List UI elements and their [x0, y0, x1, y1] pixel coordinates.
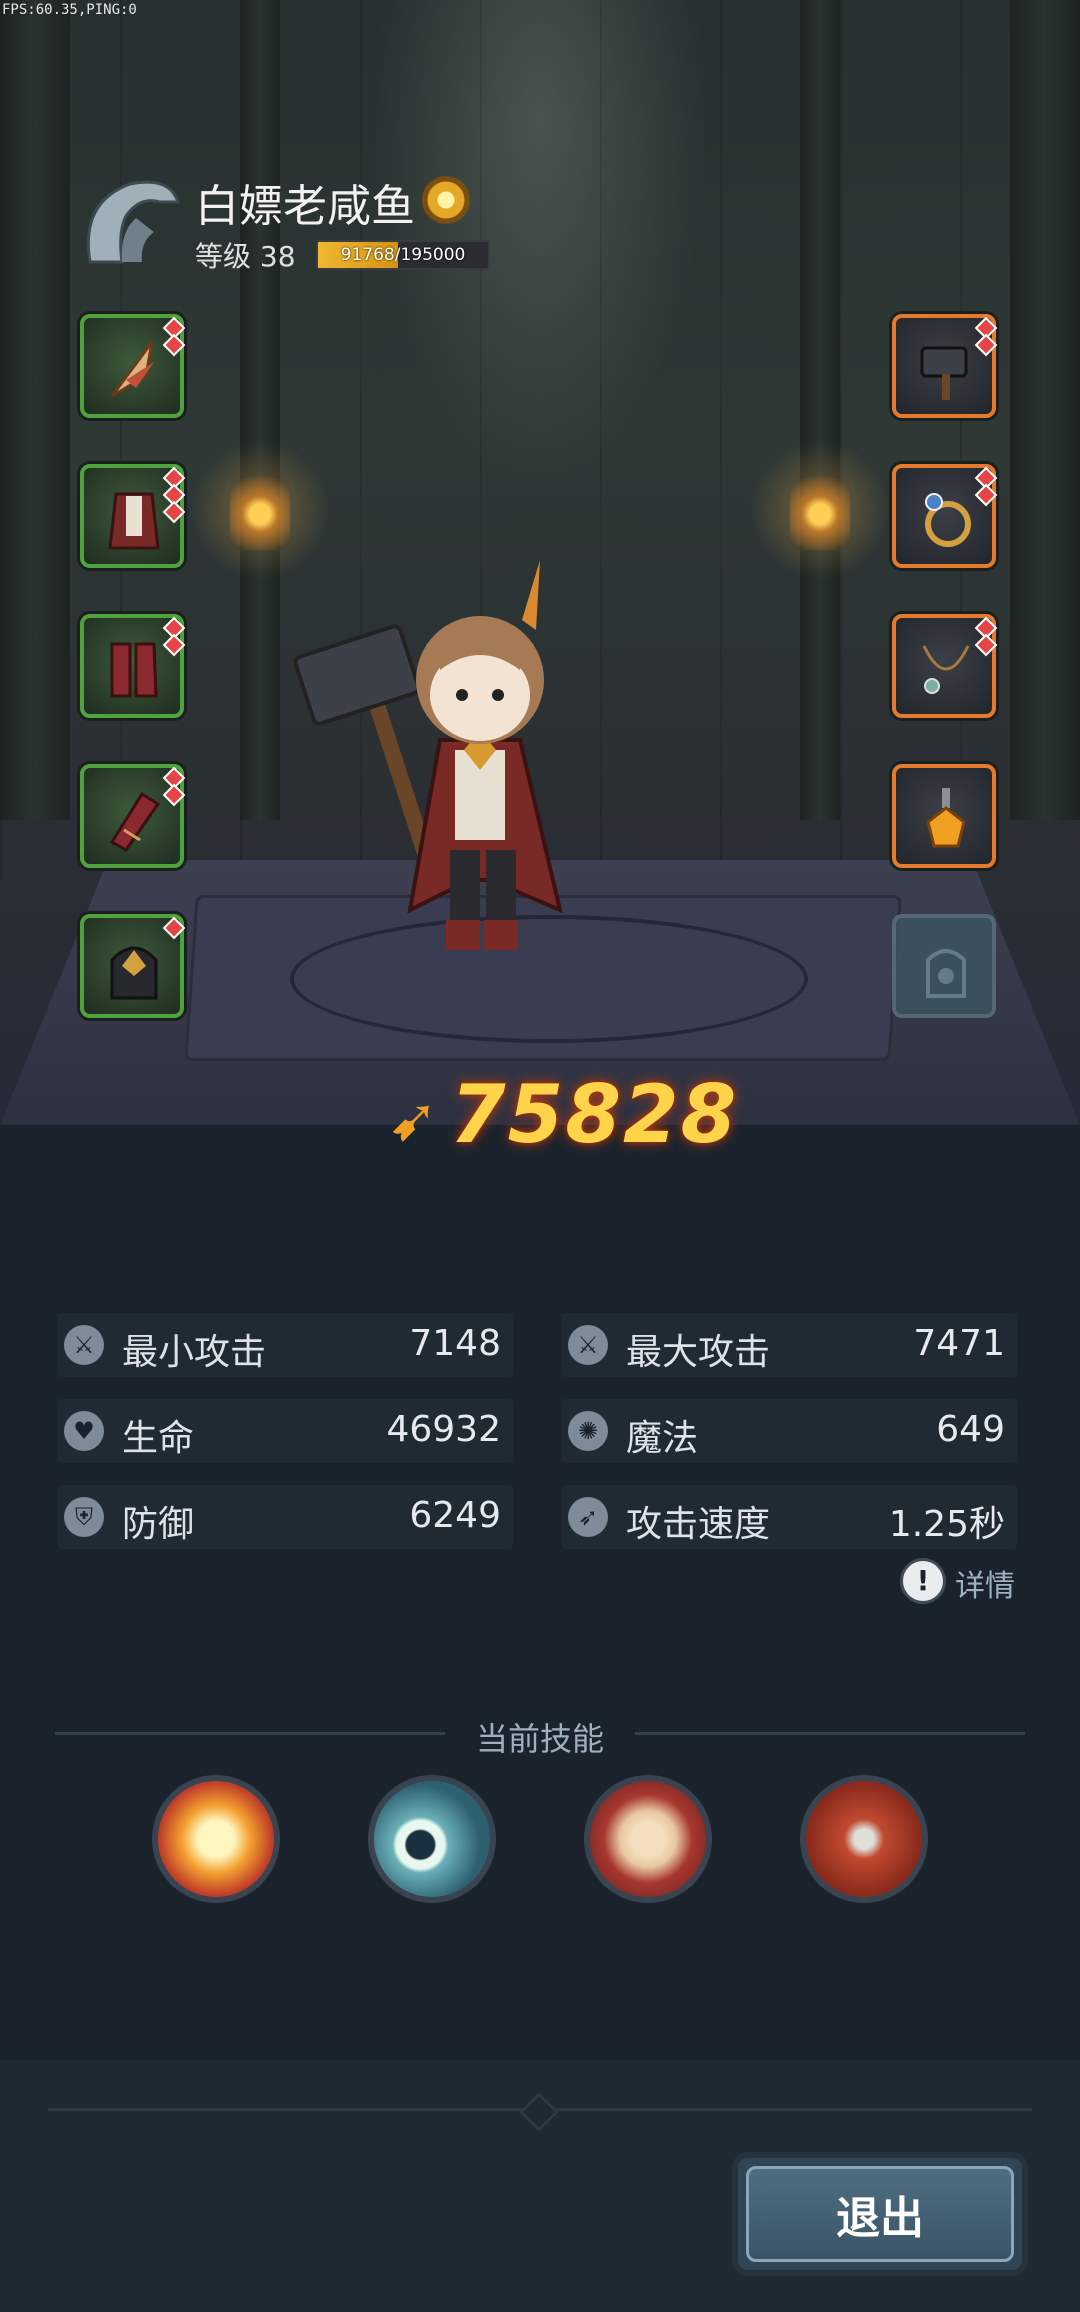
gem-indicator	[974, 466, 998, 507]
player-level: 等级 38	[195, 240, 296, 273]
slot-ring[interactable]	[892, 464, 998, 568]
slot-boots[interactable]	[80, 614, 186, 718]
sun-badge-icon	[422, 176, 470, 224]
speed-icon: ➶	[568, 1497, 608, 1537]
stat-value: 649	[936, 1409, 1005, 1450]
sword-icon: ⚔	[64, 1325, 104, 1365]
exit-button-face: 退出	[746, 2166, 1014, 2262]
gem-indicator	[162, 466, 186, 524]
helmet-icon	[110, 946, 158, 1000]
hammer-icon	[920, 346, 968, 400]
power-icon: ➹	[388, 1085, 439, 1155]
skills-title: 当前技能	[475, 1720, 604, 1758]
details-link[interactable]: 详情	[955, 1561, 1015, 1605]
stat-value: 1.25秒	[888, 1504, 1005, 1545]
slot-bracer[interactable]	[80, 764, 186, 868]
frost-skill-icon[interactable]	[368, 1775, 496, 1903]
stat-label: 魔法	[626, 1418, 699, 1459]
ring-icon	[925, 493, 971, 547]
stat-value: 7471	[913, 1323, 1005, 1364]
left-pillar	[0, 0, 70, 820]
exit-label: 退出	[836, 2193, 924, 2244]
stat-attack-speed: ➶ 攻击速度 1.25秒	[562, 1485, 1017, 1549]
fps-readout: FPS:60.35,PING:0	[2, 2, 137, 18]
inner-right-pillar	[800, 0, 840, 820]
left-lamp	[230, 460, 290, 550]
xp-text: 91768/195000	[340, 245, 466, 265]
slot-amulet[interactable]	[892, 764, 996, 868]
stat-label: 最小攻击	[122, 1332, 267, 1373]
gem-indicator	[974, 316, 998, 357]
heart-icon: ♥	[64, 1411, 104, 1451]
slot-weapon[interactable]	[80, 314, 186, 418]
amulet-icon	[926, 788, 966, 848]
boots-icon	[110, 642, 158, 698]
inner-left-pillar	[240, 0, 280, 820]
gem-indicator	[162, 916, 186, 940]
stat-label: 最大攻击	[626, 1332, 771, 1373]
gem-indicator	[162, 766, 186, 807]
stat-label: 防御	[122, 1504, 195, 1545]
gem-indicator	[974, 616, 998, 657]
combat-power: 75828	[450, 1068, 739, 1161]
slot-necklace[interactable]	[892, 614, 998, 718]
blade-skill-icon[interactable]	[584, 1775, 712, 1903]
exit-button[interactable]: 退出	[732, 2152, 1028, 2276]
avatar-icon[interactable]	[80, 172, 180, 272]
player-name: 白嫖老咸鱼	[195, 181, 415, 232]
feather-weapon-icon	[110, 341, 154, 398]
slot-hammer[interactable]	[892, 314, 998, 418]
robe-armor-icon	[108, 492, 160, 550]
necklace-icon	[922, 645, 970, 694]
stat-hp: ♥ 生命 46932	[58, 1399, 513, 1463]
slot-armor[interactable]	[80, 464, 186, 568]
shield-icon: ⛨	[64, 1497, 104, 1537]
stat-max-attack: ⚔ 最大攻击 7471	[562, 1313, 1017, 1377]
info-icon[interactable]: !	[900, 1558, 946, 1604]
stat-label: 攻击速度	[626, 1504, 771, 1545]
stat-min-attack: ⚔ 最小攻击 7148	[58, 1313, 513, 1377]
magic-icon: ✺	[568, 1411, 608, 1451]
stat-value: 7148	[409, 1323, 501, 1364]
xp-bar: 91768/195000	[316, 240, 490, 270]
sword-icon: ⚔	[568, 1325, 608, 1365]
bracer-icon	[109, 791, 161, 852]
crossed-axes-skill-icon[interactable]	[800, 1775, 928, 1903]
empty-slot-icon	[926, 949, 966, 998]
stat-mana: ✺ 魔法 649	[562, 1399, 1017, 1463]
hero-character	[293, 560, 563, 950]
gem-indicator	[162, 616, 186, 657]
right-lamp	[790, 460, 850, 550]
stat-defense: ⛨ 防御 6249	[58, 1485, 513, 1549]
stat-value: 46932	[386, 1409, 501, 1450]
gem-indicator	[162, 316, 186, 357]
stat-value: 6249	[409, 1495, 501, 1536]
stat-label: 生命	[122, 1418, 195, 1459]
explosion-skill-icon[interactable]	[152, 1775, 280, 1903]
right-pillar	[1010, 0, 1080, 820]
slot-helmet[interactable]	[80, 914, 186, 1018]
slot-empty[interactable]	[892, 914, 996, 1018]
